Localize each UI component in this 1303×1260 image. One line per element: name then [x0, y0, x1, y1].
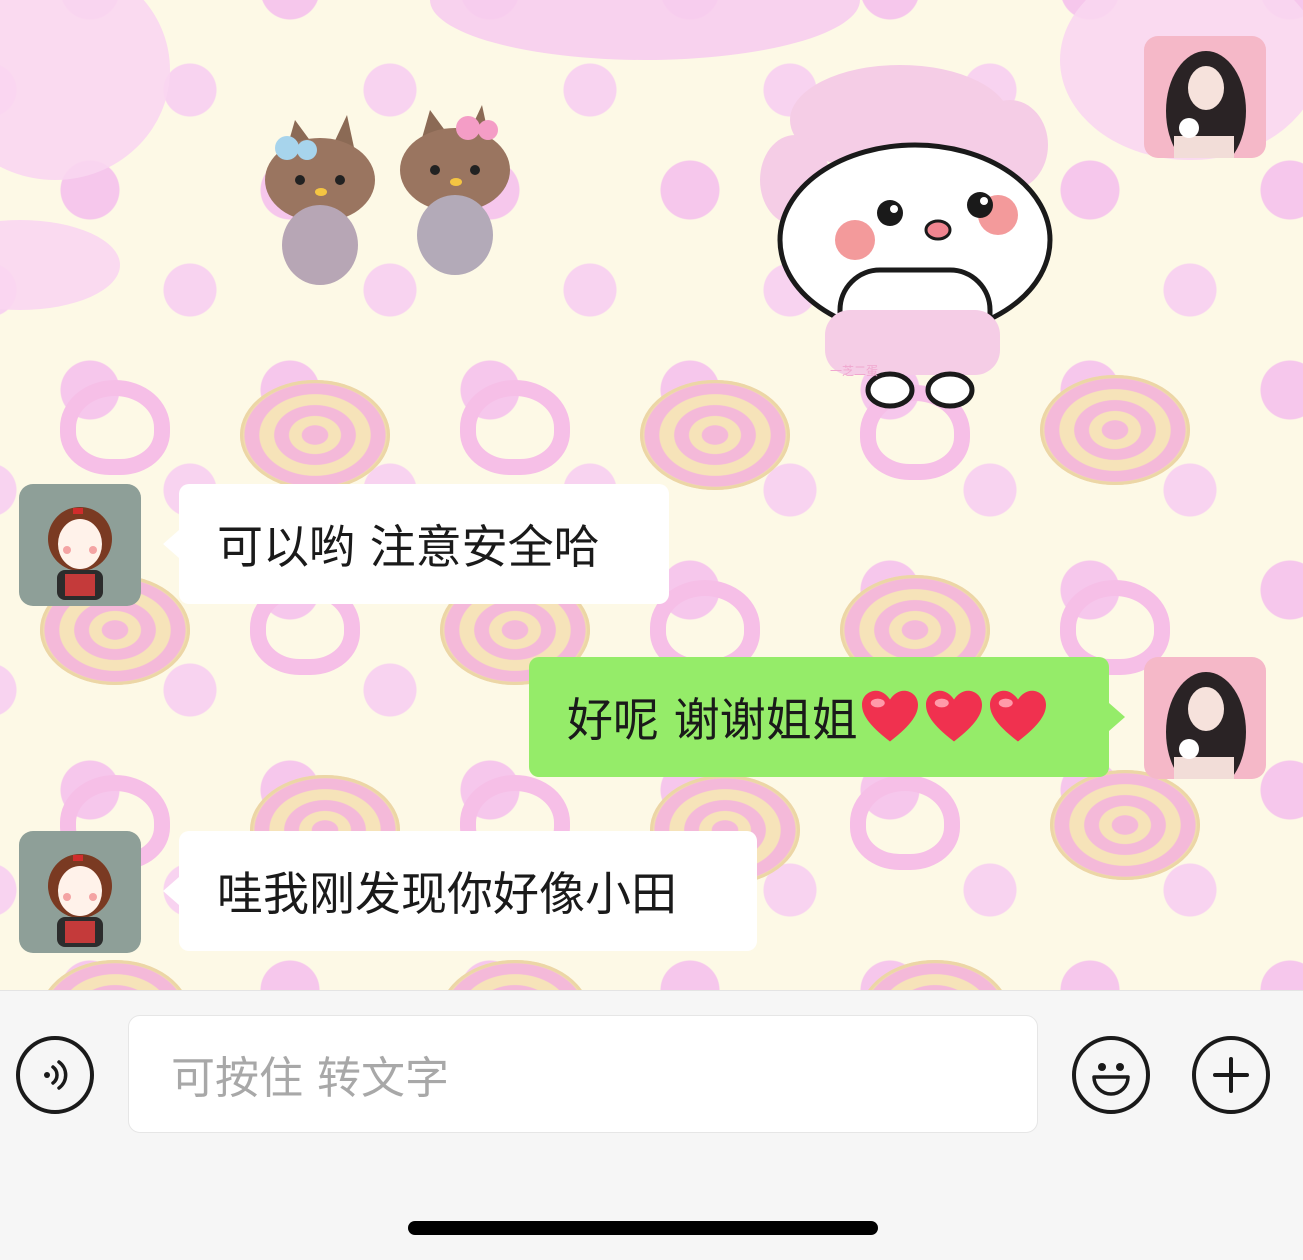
wallpaper-swiss-roll — [860, 960, 1010, 990]
wallpaper-swiss-roll — [440, 960, 590, 990]
message-text: 好呢 谢谢姐姐 — [567, 693, 858, 747]
wallpaper-swiss-roll — [40, 960, 190, 990]
sticker-label: 一芝二蛋 — [830, 363, 878, 378]
voice-button[interactable] — [16, 1036, 94, 1114]
bunny-sticker[interactable]: 一芝二蛋 — [750, 55, 1060, 415]
heart-icon — [861, 690, 918, 742]
home-indicator[interactable] — [408, 1221, 878, 1235]
emoji-icon — [1092, 1063, 1130, 1096]
emoji-button[interactable] — [1072, 1036, 1150, 1114]
message-input[interactable]: 可按住 转文字 — [128, 1015, 1038, 1133]
more-button[interactable] — [1192, 1036, 1270, 1114]
contact-avatar[interactable] — [19, 831, 141, 953]
sent-message-bubble[interactable]: 好呢 谢谢姐姐 — [529, 657, 1125, 777]
wallpaper-swiss-roll — [1040, 375, 1190, 485]
wallpaper-pretzel — [850, 775, 960, 870]
heart-icon — [925, 690, 982, 742]
message-text: 哇我刚发现你好像小田 — [217, 867, 677, 921]
heart-icon — [989, 690, 1046, 742]
wallpaper-pretzel — [60, 380, 170, 475]
contact-avatar[interactable] — [19, 484, 141, 606]
received-message-bubble[interactable]: 哇我刚发现你好像小田 — [163, 831, 757, 951]
chat-input-bar: 可按住 转文字 — [0, 990, 1303, 1260]
self-avatar[interactable] — [1144, 657, 1266, 779]
wallpaper-cloud — [0, 220, 120, 310]
input-placeholder: 可按住 转文字 — [171, 1053, 449, 1104]
wallpaper-cloud — [0, 0, 170, 180]
message-text: 可以哟 注意安全哈 — [217, 520, 600, 574]
wallpaper-pretzel — [460, 380, 570, 475]
plus-icon — [1213, 1057, 1249, 1093]
voice-icon — [44, 1060, 68, 1090]
wallpaper-cloud — [430, 0, 860, 60]
wallpaper-swiss-roll — [1050, 770, 1200, 880]
kitty-decoration — [265, 105, 510, 285]
wallpaper-swiss-roll — [240, 380, 390, 490]
self-avatar[interactable] — [1144, 36, 1266, 158]
received-message-bubble[interactable]: 可以哟 注意安全哈 — [163, 484, 669, 604]
